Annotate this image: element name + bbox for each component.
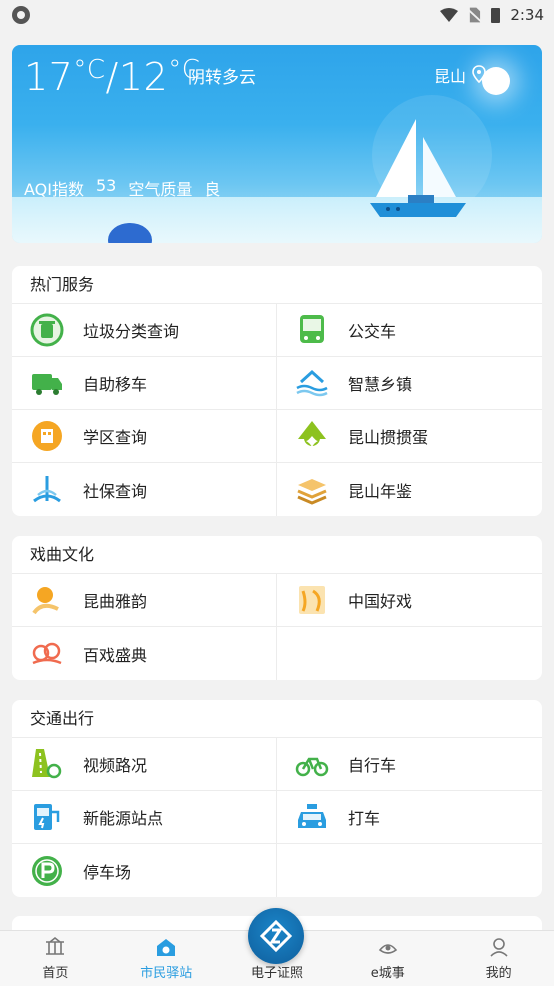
service-label: 昆山掼掼蛋 — [348, 428, 429, 447]
section-title-hot: 热门服务 — [12, 266, 542, 304]
tab-citizen-station[interactable]: 市民驿站 — [111, 931, 222, 986]
service-garbage-sorting[interactable]: 垃圾分类查询 — [12, 304, 277, 357]
opera-culture-section: 戏曲文化 昆曲雅韵 中国好戏 百戏盛典 — [12, 536, 542, 680]
city-name[interactable]: 昆山 — [434, 63, 466, 87]
profile-icon — [490, 938, 508, 957]
service-label: 昆曲雅韵 — [83, 592, 148, 611]
service-guandan[interactable]: 昆山掼掼蛋 — [277, 410, 542, 463]
service-label: 视频路况 — [83, 756, 148, 775]
taxi-icon — [298, 804, 326, 828]
service-label: 中国好戏 — [348, 592, 413, 611]
clock: 2:34 — [510, 6, 544, 24]
service-opera-festival[interactable]: 百戏盛典 — [12, 627, 277, 680]
hot-services-section: 热门服务 垃圾分类查询 公交车 自助移车 智慧乡镇 学区查询 昆山掼掼蛋 社保查… — [12, 266, 542, 516]
service-label: 新能源站点 — [83, 809, 164, 828]
service-label: 公交车 — [348, 322, 397, 341]
kunqu-icon — [32, 587, 59, 615]
service-label: 打车 — [348, 809, 381, 828]
temp-separator: / — [105, 55, 119, 99]
empty-cell — [277, 844, 542, 897]
bus-icon — [300, 315, 324, 343]
service-label: 智慧乡镇 — [348, 375, 413, 394]
service-social-security[interactable]: 社保查询 — [12, 463, 277, 516]
books-icon — [297, 478, 327, 505]
empty-cell — [277, 627, 542, 680]
sailboat-illustration — [370, 119, 466, 217]
service-smart-village[interactable]: 智慧乡镇 — [277, 357, 542, 410]
battery-icon — [491, 7, 501, 23]
traffic-section: 交通出行 视频路况 自行车 新能源站点 打车 停车场 — [12, 700, 542, 897]
tab-profile[interactable]: 我的 — [443, 931, 554, 986]
social-security-icon — [33, 475, 61, 502]
wifi-icon — [440, 8, 459, 22]
service-label: 昆山年鉴 — [348, 481, 413, 501]
service-label: 停车场 — [83, 862, 132, 882]
tab-label: 电子证照 — [250, 966, 303, 981]
bicycle-icon — [295, 757, 329, 777]
home-pavilion-icon — [46, 936, 65, 955]
tab-label: e城事 — [370, 966, 405, 981]
section-title-opera: 戏曲文化 — [12, 536, 542, 574]
citizen-station-icon — [157, 939, 176, 956]
temperature: 17°C/12°C — [24, 55, 200, 99]
card-spade-icon — [298, 421, 326, 447]
tab-city-affairs[interactable]: e城事 — [332, 931, 443, 986]
opera-mask-icon — [299, 586, 325, 614]
service-label: 自行车 — [348, 756, 397, 775]
charging-station-icon — [34, 804, 60, 830]
temp-high-unit: °C — [73, 55, 106, 85]
parking-icon — [32, 855, 62, 886]
service-taxi[interactable]: 打车 — [277, 791, 542, 844]
school-icon — [32, 421, 62, 451]
service-label: 自助移车 — [83, 375, 148, 394]
village-icon — [296, 369, 328, 397]
status-bar: 2:34 — [0, 0, 554, 30]
service-school-district[interactable]: 学区查询 — [12, 410, 277, 463]
city-affairs-icon — [378, 944, 397, 954]
service-bicycle[interactable]: 自行车 — [277, 738, 542, 791]
service-yearbook[interactable]: 昆山年鉴 — [277, 463, 542, 516]
section-title-traffic: 交通出行 — [12, 700, 542, 738]
no-sim-icon — [468, 7, 482, 23]
service-good-opera[interactable]: 中国好戏 — [277, 574, 542, 627]
service-label: 社保查询 — [83, 481, 148, 501]
service-bus[interactable]: 公交车 — [277, 304, 542, 357]
service-label: 百戏盛典 — [83, 645, 148, 665]
service-move-car[interactable]: 自助移车 — [12, 357, 277, 410]
weather-description: 阴转多云 — [188, 68, 256, 88]
service-kunqu[interactable]: 昆曲雅韵 — [12, 574, 277, 627]
service-road-video[interactable]: 视频路况 — [12, 738, 277, 791]
service-label: 垃圾分类查询 — [83, 322, 180, 341]
cloud-pattern-icon — [32, 642, 62, 664]
service-label: 学区查询 — [83, 428, 148, 447]
service-charging-station[interactable]: 新能源站点 — [12, 791, 277, 844]
tab-home[interactable]: 首页 — [0, 931, 111, 986]
tab-label: 市民驿站 — [140, 966, 193, 981]
truck-icon — [32, 374, 62, 395]
recycle-icon — [30, 313, 64, 347]
tab-label: 首页 — [42, 966, 69, 981]
temp-low: 12 — [118, 55, 169, 99]
sun-icon — [482, 67, 510, 95]
temp-high: 17 — [24, 55, 74, 99]
road-camera-icon — [32, 749, 62, 779]
e-license-icon — [259, 919, 293, 953]
e-license-button[interactable] — [248, 908, 304, 964]
weather-card[interactable]: 17°C/12°C 阴转多云 昆山 AQI指数 53 空气质量 良 — [12, 45, 542, 243]
app-status-icon — [12, 6, 30, 24]
service-parking[interactable]: 停车场 — [12, 844, 277, 897]
tab-label: 我的 — [485, 966, 512, 981]
